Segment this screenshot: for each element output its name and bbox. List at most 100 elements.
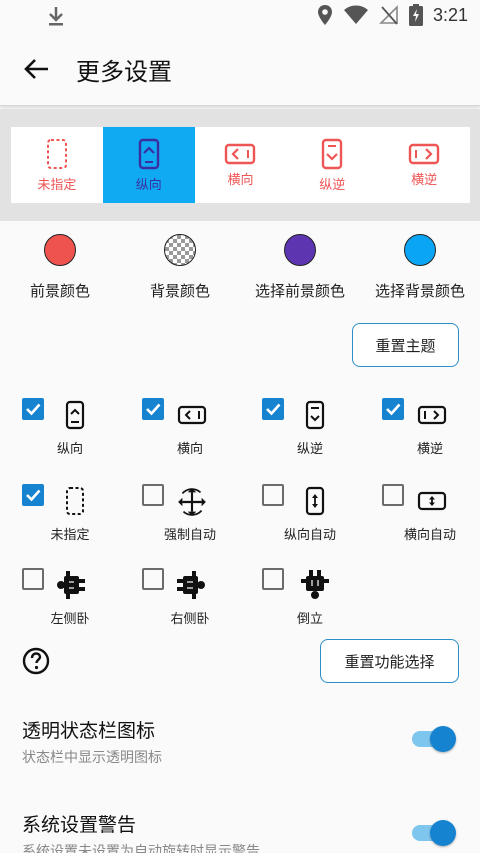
pref-title: 系统设置警告 [22,814,137,836]
orientation-option-reverse-portrait[interactable]: 纵逆 [286,127,378,203]
help-icon[interactable] [22,647,50,675]
check-icon [26,489,41,502]
page-title: 更多设置 [76,58,172,86]
orientation-label: 纵逆 [319,177,346,193]
lie-left-icon [57,571,85,599]
toggle-thumb [430,726,456,752]
option-force-auto[interactable]: 强制自动 [120,484,240,554]
selected-foreground-color-swatch[interactable] [284,234,316,266]
toggle-thumb [430,820,456,846]
location-icon [317,5,332,25]
selected-foreground-color-option[interactable]: 选择前景颜色 [240,232,360,301]
background-color-swatch[interactable] [164,234,196,266]
portrait-auto-icon [305,486,325,516]
pref-system-settings-warning[interactable]: 系统设置警告 系统设置未设置为自动旋转时显示警告 [22,810,462,853]
selected-background-color-option[interactable]: 选择背景颜色 [360,232,480,301]
option-label: 左侧卧 [50,612,90,627]
orientation-label: 纵向 [135,177,162,193]
option-label: 强制自动 [163,528,216,543]
color-label: 前景颜色 [29,282,90,300]
checkbox[interactable] [262,398,284,420]
color-label: 背景颜色 [149,282,210,300]
check-icon [386,403,401,416]
option-label: 横向 [176,442,203,457]
foreground-color-swatch[interactable] [44,234,76,266]
orientation-option-landscape[interactable]: 横向 [195,127,287,203]
orientation-selector: 未指定 纵向 横向 纵逆 横逆 [11,127,470,203]
option-label: 未指定 [50,528,90,543]
reset-function-selection-button[interactable]: 重置功能选择 [320,639,459,683]
option-landscape[interactable]: 横向 [120,398,240,468]
option-portrait[interactable]: 纵向 [0,398,120,468]
download-icon [49,7,63,26]
checkbox[interactable] [22,398,44,420]
option-label: 横向自动 [403,528,456,543]
foreground-color-option[interactable]: 前景颜色 [0,232,120,301]
reverse-portrait-icon [322,138,343,169]
option-label: 纵向自动 [283,528,336,543]
checkbox[interactable] [262,484,284,506]
check-icon [26,403,41,416]
landscape-icon [177,405,207,425]
orientation-option-reverse-landscape[interactable]: 横逆 [378,127,470,203]
reset-theme-button[interactable]: 重置主题 [352,323,459,367]
app-bar: 更多设置 [0,32,480,106]
option-lie-right[interactable]: 右侧卧 [120,568,240,638]
orientation-option-unspecified[interactable]: 未指定 [11,127,103,203]
orientation-selector-panel: 未指定 纵向 横向 纵逆 横逆 [0,109,480,221]
wifi-icon [343,5,368,24]
checkbox[interactable] [142,568,164,590]
orientation-label: 横逆 [411,172,438,188]
color-label: 选择背景颜色 [374,282,465,300]
check-icon [146,403,161,416]
arrow-left-icon[interactable] [22,54,52,84]
system-settings-warning-toggle[interactable] [410,820,456,846]
pref-subtitle: 状态栏中显示透明图标 [22,750,162,766]
option-label: 右侧卧 [170,612,210,627]
theme-colors: 前景颜色 背景颜色 选择前景颜色 选择背景颜色 [0,232,480,302]
check-icon [266,403,281,416]
reverse-landscape-icon [417,405,447,425]
landscape-icon [225,143,256,164]
transparent-status-icons-toggle[interactable] [410,726,456,752]
force-auto-icon [178,488,206,516]
checkbox[interactable] [382,398,404,420]
checkbox[interactable] [22,568,44,590]
pref-subtitle: 系统设置未设置为自动旋转时显示警告 [22,844,260,853]
lie-right-icon [177,571,205,599]
landscape-auto-icon [417,491,447,511]
unspecified-icon [66,487,84,515]
checkbox[interactable] [262,568,284,590]
portrait-icon [65,400,85,430]
option-landscape-auto[interactable]: 横向自动 [360,484,480,554]
reverse-landscape-icon [408,143,440,164]
background-color-option[interactable]: 背景颜色 [120,232,240,301]
option-upside-down[interactable]: 倒立 [240,568,360,638]
option-lie-left[interactable]: 左侧卧 [0,568,120,638]
option-label: 倒立 [296,612,323,627]
status-bar: 3:21 [0,0,480,32]
option-portrait-auto[interactable]: 纵向自动 [240,484,360,554]
option-unspecified[interactable]: 未指定 [0,484,120,554]
checkbox[interactable] [382,484,404,506]
orientation-option-portrait[interactable]: 纵向 [102,127,195,203]
option-reverse-landscape[interactable]: 横逆 [360,398,480,468]
no-sim-icon [379,5,398,25]
portrait-icon [138,138,159,169]
option-label: 纵向 [56,442,83,457]
pref-transparent-status-icons[interactable]: 透明状态栏图标 状态栏中显示透明图标 [22,716,462,767]
checkbox[interactable] [142,484,164,506]
option-reverse-portrait[interactable]: 纵逆 [240,398,360,468]
pref-title: 透明状态栏图标 [22,720,156,742]
checkbox[interactable] [22,484,44,506]
clock-time: 3:21 [432,4,468,25]
orientation-label: 未指定 [37,177,77,193]
reverse-portrait-icon [305,400,325,430]
checkbox[interactable] [142,398,164,420]
option-label: 纵逆 [296,442,323,457]
orientation-label: 横向 [227,172,254,188]
selected-background-color-swatch[interactable] [404,234,436,266]
option-label: 横逆 [416,442,443,457]
unspecified-icon [46,138,67,169]
upside-down-icon [301,570,329,599]
